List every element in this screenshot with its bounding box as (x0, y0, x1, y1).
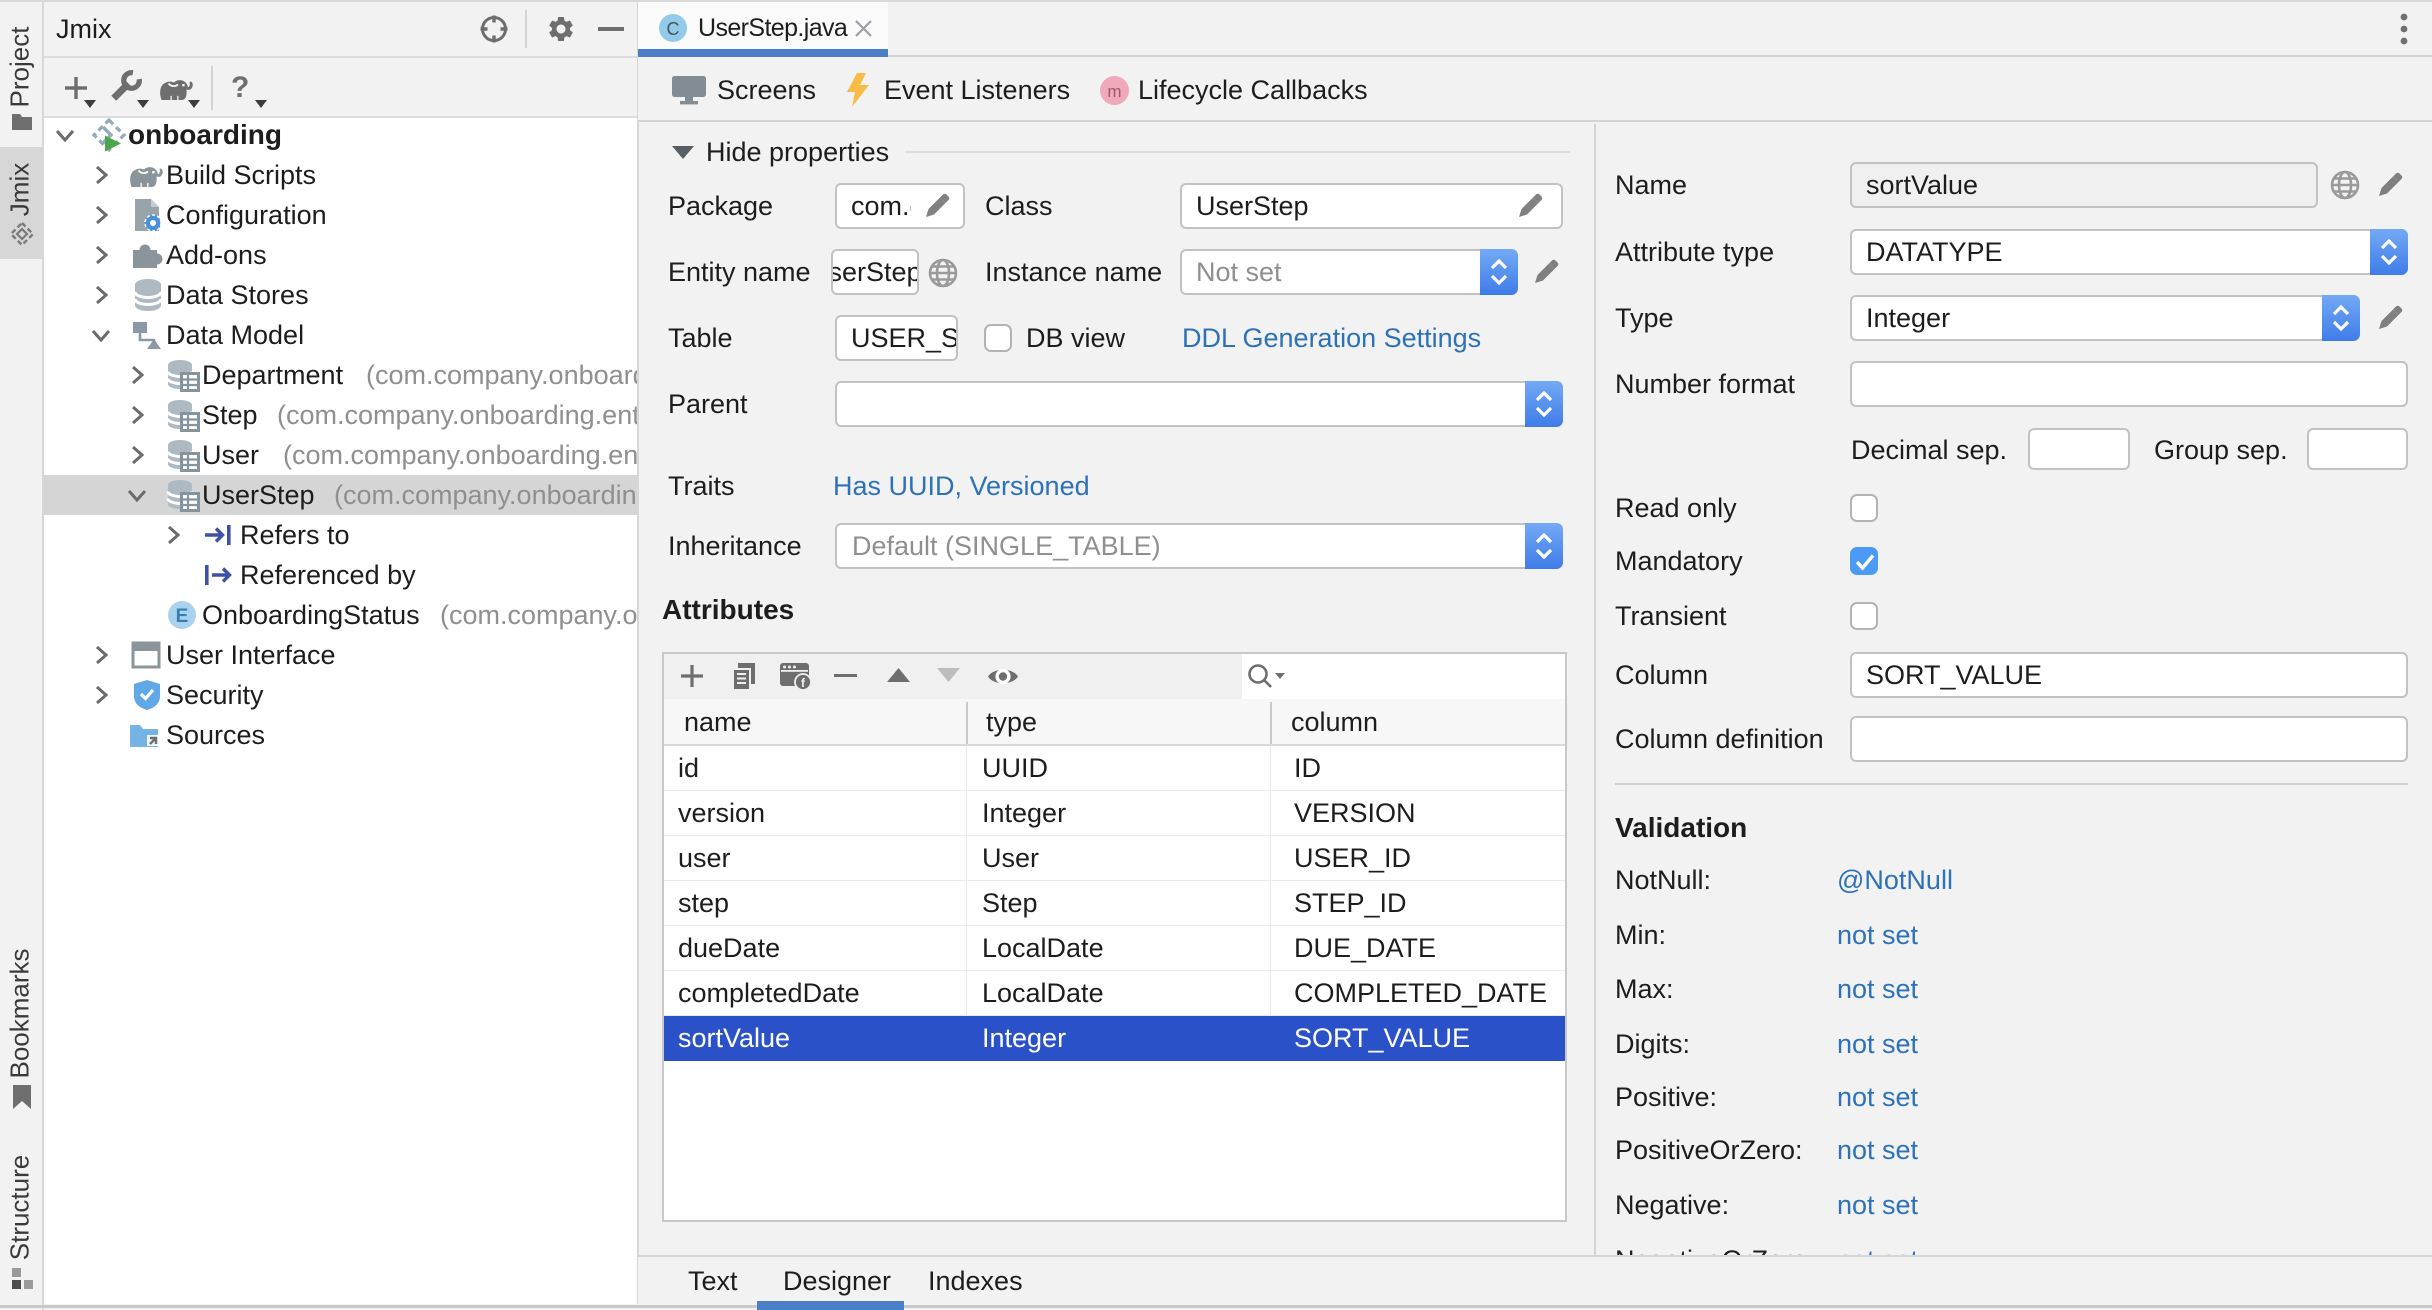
svg-text:m: m (1107, 82, 1121, 101)
svg-text:C: C (667, 19, 680, 39)
svg-text:E: E (176, 606, 189, 627)
